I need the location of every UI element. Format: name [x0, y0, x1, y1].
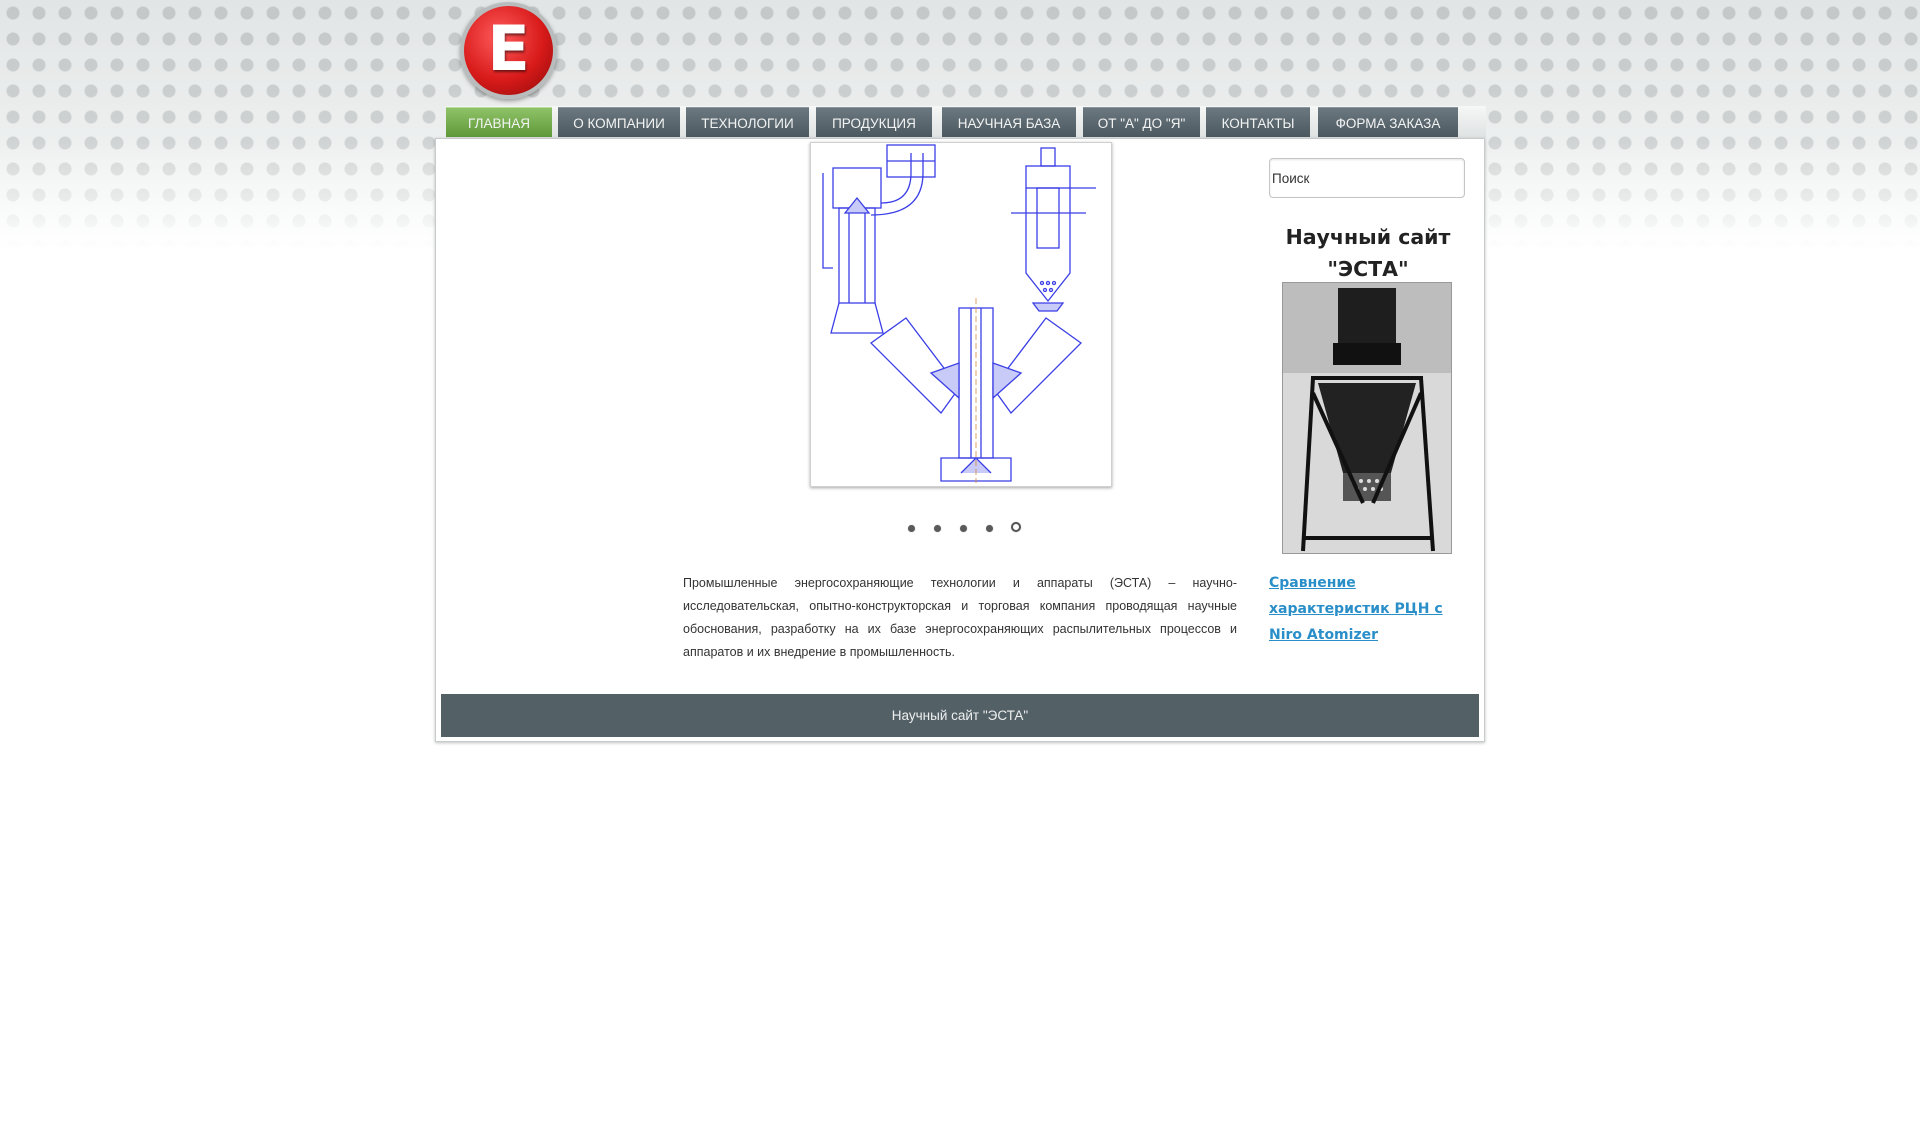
comparison-link[interactable]: Сравнение характеристик РЦН с Niro Atomi…: [1269, 570, 1469, 648]
slider-dot-3[interactable]: [960, 525, 967, 532]
nozzle-drawing-image: [822, 144, 1096, 483]
footer-text: Научный сайт "ЭСТА": [891, 708, 1029, 723]
nav-item-about[interactable]: О КОМПАНИИ: [558, 107, 680, 137]
content-box: Промышленные энергосохраняющие технологи…: [435, 138, 1485, 742]
slider-dot-5[interactable]: [1011, 522, 1021, 532]
slider-dot-1[interactable]: [908, 525, 915, 532]
nav-item-contacts[interactable]: КОНТАКТЫ: [1206, 107, 1310, 137]
logo-letter: E: [487, 11, 530, 85]
nav-item-a-to-z[interactable]: ОТ "А" ДО "Я": [1083, 107, 1200, 137]
footer: Научный сайт "ЭСТА": [441, 694, 1479, 737]
nav-item-home[interactable]: ГЛАВНАЯ: [446, 107, 552, 137]
slider-dot-4[interactable]: [986, 525, 993, 532]
company-intro-text: Промышленные энергосохраняющие технологи…: [683, 576, 1237, 659]
search-input[interactable]: [1269, 158, 1465, 198]
logo[interactable]: E: [460, 2, 557, 99]
nav-item-technologies[interactable]: ТЕХНОЛОГИИ: [686, 107, 809, 137]
nav-item-products[interactable]: ПРОДУКЦИЯ: [816, 107, 932, 137]
sidebar-title: Научный сайт "ЭСТА": [1285, 225, 1451, 281]
slider-dot-2[interactable]: [934, 525, 941, 532]
atomizer-photo: [1282, 282, 1452, 554]
slider-image[interactable]: [810, 142, 1112, 487]
nav-item-science-base[interactable]: НАУЧНАЯ БАЗА: [942, 107, 1076, 137]
slider-pagination: [905, 522, 1025, 536]
main-nav: ГЛАВНАЯ О КОМПАНИИ ТЕХНОЛОГИИ ПРОДУКЦИЯ …: [446, 106, 1486, 138]
nav-item-order-form[interactable]: ФОРМА ЗАКАЗА: [1318, 107, 1458, 137]
